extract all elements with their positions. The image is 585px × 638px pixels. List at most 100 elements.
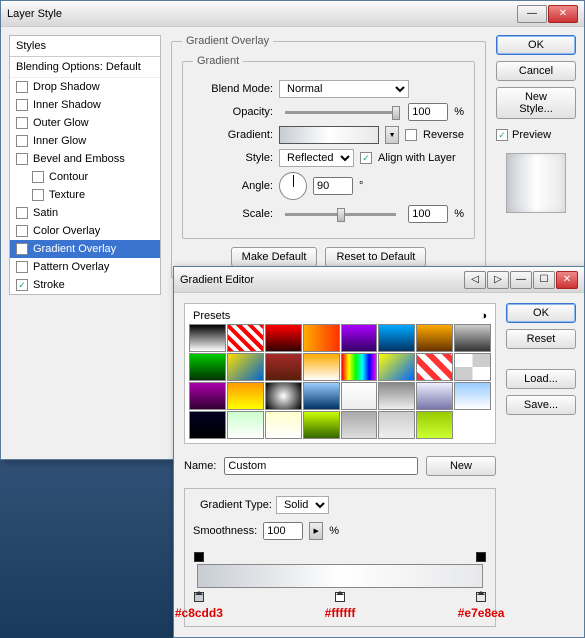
style-checkbox[interactable] — [16, 279, 28, 291]
close-icon[interactable]: ✕ — [548, 5, 578, 23]
new-gradient-button[interactable]: New — [426, 456, 496, 476]
preset-swatch[interactable] — [454, 353, 491, 381]
style-checkbox[interactable] — [16, 135, 28, 147]
ge-prev-icon[interactable]: ◁ — [464, 271, 486, 289]
style-checkbox[interactable] — [16, 99, 28, 111]
reset-default-button[interactable]: Reset to Default — [325, 247, 426, 267]
ge-close-icon[interactable]: ✕ — [556, 271, 578, 289]
style-item-contour[interactable]: Contour — [10, 168, 160, 186]
preset-swatch[interactable] — [265, 324, 302, 352]
preset-swatch[interactable] — [416, 411, 453, 439]
angle-input[interactable] — [313, 177, 353, 195]
scale-slider[interactable] — [285, 213, 396, 216]
preset-swatch[interactable] — [454, 382, 491, 410]
gradient-bar[interactable]: #c8cdd3#ffffff#e7e8ea — [193, 550, 487, 618]
style-item-drop-shadow[interactable]: Drop Shadow — [10, 78, 160, 96]
titlebar[interactable]: Layer Style — ✕ — [1, 1, 584, 27]
ge-maximize-icon[interactable]: ☐ — [533, 271, 555, 289]
preset-swatch[interactable] — [303, 353, 340, 381]
style-item-outer-glow[interactable]: Outer Glow — [10, 114, 160, 132]
style-checkbox[interactable] — [16, 207, 28, 219]
smoothness-input[interactable] — [263, 522, 303, 540]
preset-swatch[interactable] — [303, 324, 340, 352]
style-item-inner-glow[interactable]: Inner Glow — [10, 132, 160, 150]
name-input[interactable] — [224, 457, 418, 475]
preset-swatch[interactable] — [227, 324, 264, 352]
opacity-stop-left[interactable] — [194, 552, 204, 562]
gradient-type-select[interactable]: Solid — [276, 496, 329, 514]
preset-swatch[interactable] — [341, 382, 378, 410]
ge-reset-button[interactable]: Reset — [506, 329, 576, 349]
opacity-slider[interactable] — [285, 111, 396, 114]
scale-input[interactable] — [408, 205, 448, 223]
preset-swatch[interactable] — [189, 411, 226, 439]
preset-swatch[interactable] — [189, 382, 226, 410]
preset-swatch[interactable] — [265, 353, 302, 381]
ge-next-icon[interactable]: ▷ — [487, 271, 509, 289]
style-checkbox[interactable] — [32, 189, 44, 201]
preview-checkbox[interactable] — [496, 129, 508, 141]
opacity-input[interactable] — [408, 103, 448, 121]
style-item-satin[interactable]: Satin — [10, 204, 160, 222]
preset-swatch[interactable] — [227, 411, 264, 439]
gradient-dropdown-icon[interactable]: ▼ — [385, 126, 399, 144]
style-item-color-overlay[interactable]: Color Overlay — [10, 222, 160, 240]
reverse-checkbox[interactable] — [405, 129, 417, 141]
ge-titlebar[interactable]: Gradient Editor ◁ ▷ — ☐ ✕ — [174, 267, 584, 293]
cancel-button[interactable]: Cancel — [496, 61, 576, 81]
style-checkbox[interactable] — [16, 243, 28, 255]
blend-mode-select[interactable]: Normal — [279, 80, 409, 98]
smoothness-stepper-icon[interactable]: ▶ — [309, 522, 323, 540]
preset-swatch[interactable] — [341, 411, 378, 439]
preset-swatch[interactable] — [303, 382, 340, 410]
style-checkbox[interactable] — [32, 171, 44, 183]
style-checkbox[interactable] — [16, 225, 28, 237]
style-checkbox[interactable] — [16, 153, 28, 165]
new-style-button[interactable]: New Style... — [496, 87, 576, 119]
style-item-inner-shadow[interactable]: Inner Shadow — [10, 96, 160, 114]
preset-swatch[interactable] — [378, 353, 415, 381]
preset-swatch[interactable] — [416, 353, 453, 381]
color-stop[interactable] — [476, 592, 486, 602]
style-select[interactable]: Reflected — [279, 149, 354, 167]
align-checkbox[interactable] — [360, 152, 372, 164]
preset-swatch[interactable] — [378, 382, 415, 410]
make-default-button[interactable]: Make Default — [231, 247, 318, 267]
preset-swatch[interactable] — [341, 353, 378, 381]
style-item-stroke[interactable]: Stroke — [10, 276, 160, 294]
blending-options[interactable]: Blending Options: Default — [10, 57, 160, 78]
ge-load-button[interactable]: Load... — [506, 369, 576, 389]
angle-dial[interactable] — [279, 172, 307, 200]
opacity-stop-right[interactable] — [476, 552, 486, 562]
style-checkbox[interactable] — [16, 117, 28, 129]
preset-swatch[interactable] — [416, 382, 453, 410]
ge-save-button[interactable]: Save... — [506, 395, 576, 415]
minimize-icon[interactable]: — — [517, 5, 547, 23]
style-checkbox[interactable] — [16, 81, 28, 93]
gradient-preview[interactable] — [279, 126, 379, 144]
preset-swatch[interactable] — [378, 324, 415, 352]
preset-swatch[interactable] — [454, 324, 491, 352]
style-checkbox[interactable] — [16, 261, 28, 273]
preset-swatch[interactable] — [227, 382, 264, 410]
preset-swatch[interactable] — [341, 324, 378, 352]
style-item-bevel-and-emboss[interactable]: Bevel and Emboss — [10, 150, 160, 168]
styles-header[interactable]: Styles — [10, 36, 160, 57]
style-item-pattern-overlay[interactable]: Pattern Overlay — [10, 258, 160, 276]
preset-swatch[interactable] — [303, 411, 340, 439]
preset-swatch[interactable] — [265, 382, 302, 410]
preset-swatch[interactable] — [189, 353, 226, 381]
ok-button[interactable]: OK — [496, 35, 576, 55]
color-stop[interactable] — [194, 592, 204, 602]
preset-swatch[interactable] — [189, 324, 226, 352]
presets-menu-icon[interactable]: ◑ — [480, 310, 487, 322]
ge-minimize-icon[interactable]: — — [510, 271, 532, 289]
color-stop[interactable] — [335, 592, 345, 602]
preset-swatch[interactable] — [416, 324, 453, 352]
ge-ok-button[interactable]: OK — [506, 303, 576, 323]
preset-swatch[interactable] — [265, 411, 302, 439]
style-item-texture[interactable]: Texture — [10, 186, 160, 204]
style-item-gradient-overlay[interactable]: Gradient Overlay — [10, 240, 160, 258]
preset-swatch[interactable] — [227, 353, 264, 381]
preset-swatch[interactable] — [378, 411, 415, 439]
